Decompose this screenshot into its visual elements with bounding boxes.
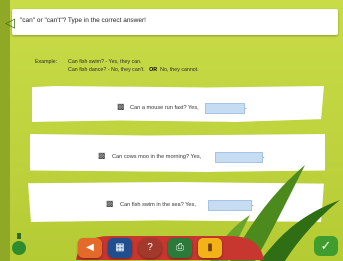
speaker-icon[interactable]: ▩ (106, 200, 114, 208)
example-line-2b: No, they cannot. (160, 67, 199, 73)
question-text: Can fish swim in the sea? Yes, (120, 202, 196, 208)
answer-suffix: . (263, 154, 265, 160)
instruction-text: "can" or "can't"? Type in the correct an… (20, 17, 146, 24)
bottom-toolbar: ◀ ▦ ? ⎙ ▮ (70, 232, 270, 260)
speaker-icon[interactable]: ▩ (98, 152, 106, 160)
help-icon[interactable]: ? (138, 238, 162, 258)
potion-bottle-icon (12, 233, 26, 255)
answer-input[interactable] (205, 103, 245, 114)
example-line-2a: Can fish dance? - No, they can't. (68, 67, 145, 73)
example-label: Example: (35, 59, 58, 65)
keyboard-icon[interactable]: ▦ (108, 238, 132, 258)
results-icon[interactable]: ▮ (198, 238, 222, 258)
question-text: Can cows moo in the morning? Yes, (112, 154, 202, 160)
example-block: Example: Can fish swim? - Yes, they can. … (35, 58, 199, 74)
checkmark-icon[interactable]: ✓ (314, 236, 338, 256)
exit-icon[interactable]: ◀ (78, 238, 102, 258)
question-text: Can a mouse run fast? Yes, (130, 105, 199, 111)
print-icon[interactable]: ⎙ (168, 238, 192, 258)
speaker-icon[interactable]: ▩ (117, 103, 125, 111)
answer-suffix: . (245, 105, 247, 111)
question-card-1: ▩ Can a mouse run fast? Yes, . (32, 86, 324, 122)
left-edge (0, 0, 10, 261)
answer-input[interactable] (215, 152, 263, 163)
example-line-1: Can fish swim? - Yes, they can. (68, 59, 142, 65)
back-arrow-icon[interactable]: ◁ (5, 16, 19, 30)
example-or: OR (149, 67, 158, 73)
instruction-bar: "can" or "can't"? Type in the correct an… (12, 9, 338, 35)
